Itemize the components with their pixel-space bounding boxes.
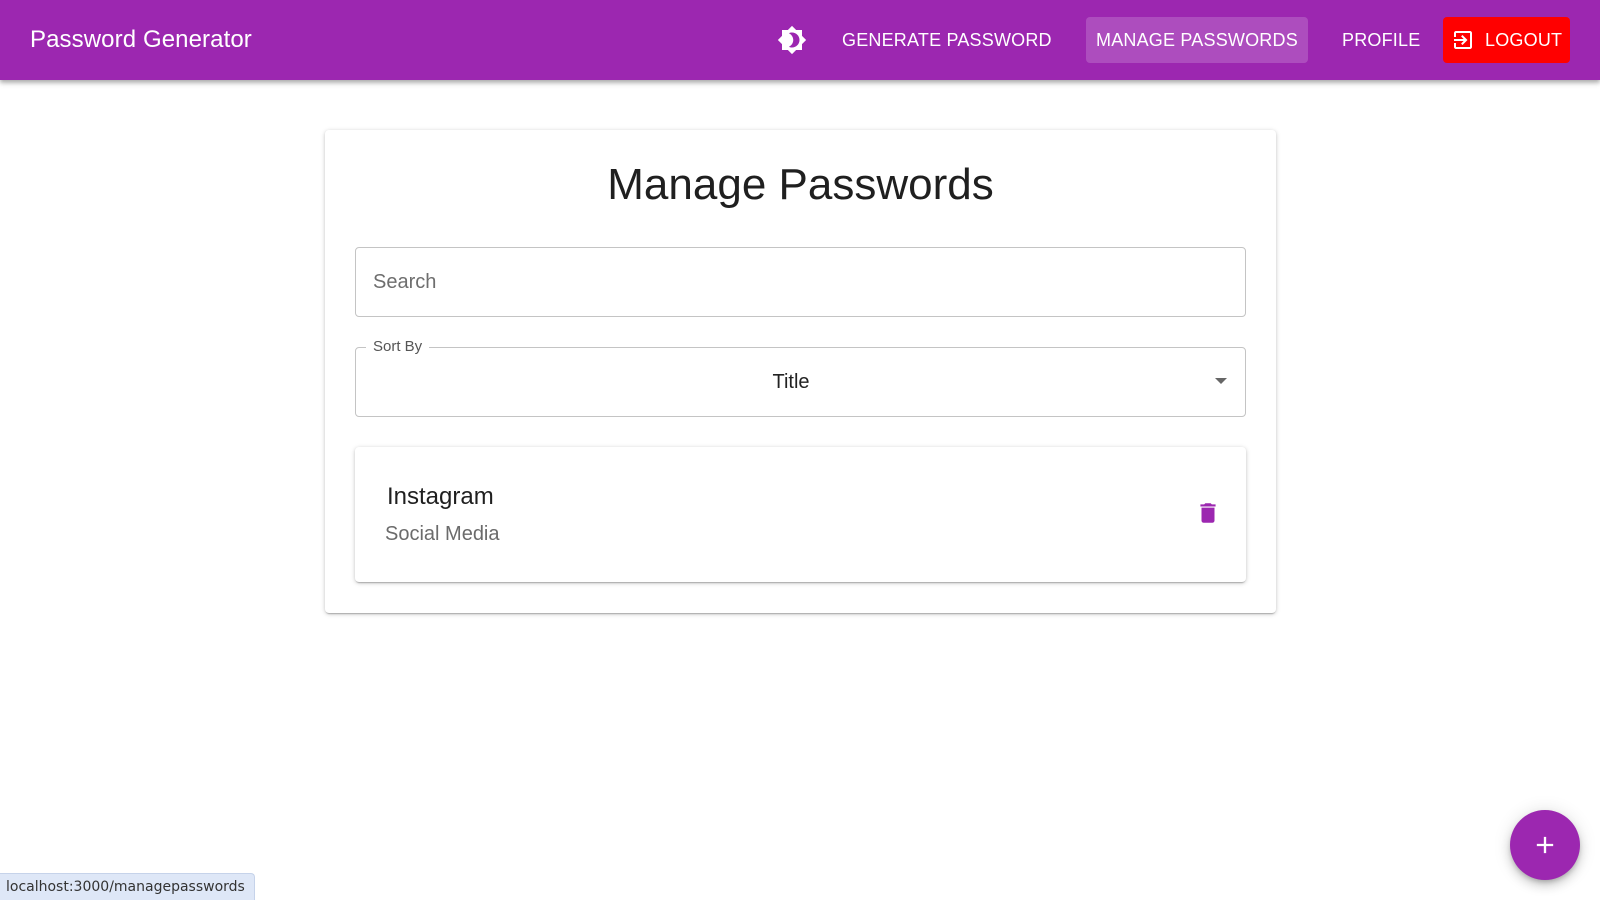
- search-input[interactable]: [356, 248, 1245, 316]
- theme-toggle-button[interactable]: [776, 24, 808, 56]
- nav-generate-password[interactable]: GENERATE PASSWORD: [832, 17, 1062, 63]
- sort-by-value: Title: [772, 371, 810, 393]
- logout-button[interactable]: LOGOUT: [1443, 17, 1570, 63]
- password-entry-card[interactable]: Instagram Social Media: [355, 447, 1246, 582]
- page-title: Manage Passwords: [607, 160, 994, 209]
- add-password-button[interactable]: [1510, 810, 1580, 880]
- nav-profile[interactable]: PROFILE: [1332, 17, 1430, 63]
- entry-title: Instagram: [387, 483, 494, 510]
- chevron-down-icon: [1215, 378, 1227, 384]
- logout-icon: [1451, 28, 1475, 52]
- sort-by-select[interactable]: Sort By Title: [355, 338, 1246, 417]
- trash-icon: [1200, 503, 1216, 523]
- entry-category: Social Media: [385, 523, 500, 545]
- logout-label: LOGOUT: [1485, 29, 1563, 50]
- app-title: Password Generator: [30, 26, 252, 53]
- plus-icon: [1536, 836, 1554, 854]
- search-field: [355, 247, 1246, 317]
- app-bar: Password Generator GENERATE PASSWORD MAN…: [0, 0, 1600, 80]
- brightness-icon: [777, 25, 807, 55]
- nav-manage-passwords[interactable]: MANAGE PASSWORDS: [1086, 17, 1308, 63]
- manage-passwords-card: Manage Passwords Sort By Title Instagram…: [325, 130, 1276, 613]
- status-bar-url: localhost:3000/managepasswords: [0, 873, 255, 900]
- delete-entry-button[interactable]: [1188, 493, 1228, 533]
